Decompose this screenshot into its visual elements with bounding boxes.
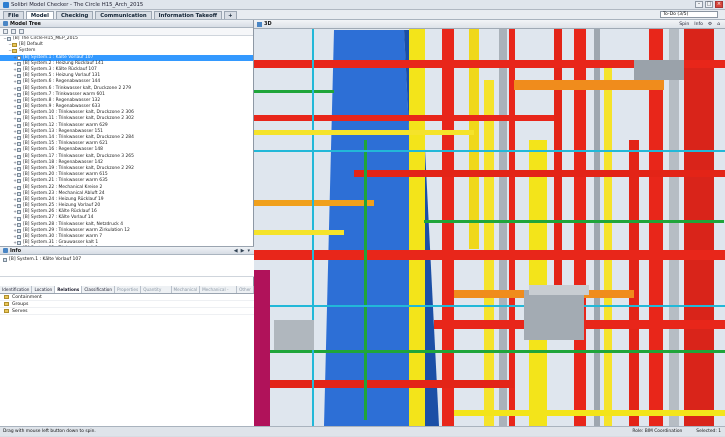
system-icon xyxy=(17,117,21,122)
info-button[interactable]: Info xyxy=(693,22,704,27)
system-icon xyxy=(17,148,21,153)
system-icon xyxy=(17,185,21,190)
3d-view[interactable]: 3D Spin Info ⚙ ⌂ xyxy=(254,20,725,426)
tab-communication[interactable]: Communication xyxy=(95,11,152,19)
system-icon xyxy=(17,197,21,202)
title-bar: Solibri Model Checker - The Circle H15_A… xyxy=(0,0,725,10)
window-controls: – □ × xyxy=(695,1,723,8)
folder-icon xyxy=(4,295,9,299)
info-tab[interactable]: Other xyxy=(237,286,254,293)
window-title: Solibri Model Checker - The Circle H15_A… xyxy=(11,1,144,8)
info-header: Info ◀ ▶ ▾ xyxy=(0,246,254,255)
system-icon xyxy=(17,68,21,73)
system-icon xyxy=(17,80,21,85)
spin-button[interactable]: Spin xyxy=(678,22,690,27)
tab-checking[interactable]: Checking xyxy=(55,11,94,19)
model-tree: − [B] The Circle-H15_MEP_2015− [B] Default… xyxy=(0,36,253,260)
3d-model-canvas[interactable] xyxy=(254,20,725,426)
3d-view-icon xyxy=(257,21,262,27)
system-icon xyxy=(17,222,21,227)
system-icon xyxy=(17,235,21,240)
info-title: Info xyxy=(10,247,22,254)
folder-icon xyxy=(12,49,17,54)
system-icon xyxy=(17,61,21,66)
info-selected-label: [B] System.1 : Kälte Vorlauf 107 xyxy=(9,257,82,262)
ribbon-tabs: File Model Checking Communication Inform… xyxy=(0,10,725,20)
system-icon xyxy=(17,92,21,97)
system-icon xyxy=(7,37,11,42)
system-icon xyxy=(17,173,21,178)
system-icon xyxy=(17,216,21,221)
system-icon xyxy=(17,142,21,147)
system-icon xyxy=(17,55,21,60)
system-icon xyxy=(17,111,21,116)
3d-view-toolbar: 3D Spin Info ⚙ ⌂ xyxy=(254,20,725,29)
info-tab[interactable]: Mechanical - Flow xyxy=(200,286,238,300)
system-icon xyxy=(17,210,21,215)
toolbar-tool-icon[interactable] xyxy=(11,29,16,34)
model-tree-header: Model Tree xyxy=(0,20,253,28)
relation-label: Serves xyxy=(12,308,28,314)
relation-row[interactable]: Containment xyxy=(0,294,254,301)
add-tab-button[interactable]: + xyxy=(224,11,237,19)
tool-icon[interactable]: ⚙ xyxy=(707,22,713,27)
folder-icon xyxy=(4,302,9,306)
back-arrow-icon[interactable]: ◀ xyxy=(234,248,238,254)
system-icon xyxy=(17,74,21,79)
folder-icon xyxy=(4,309,9,313)
system-icon xyxy=(17,154,21,159)
todo-dropdown[interactable]: To-Do (3/5) xyxy=(660,11,718,18)
info-tab[interactable]: Classification xyxy=(82,286,116,293)
system-icon xyxy=(17,136,21,141)
relation-label: Containment xyxy=(12,294,42,300)
system-icon xyxy=(17,160,21,165)
maximize-icon[interactable]: □ xyxy=(705,1,713,8)
minimize-icon[interactable]: – xyxy=(695,1,703,8)
forward-arrow-icon[interactable]: ▶ xyxy=(241,248,245,254)
tab-file[interactable]: File xyxy=(3,11,24,19)
model-tree-toolbar xyxy=(0,28,253,36)
system-icon xyxy=(17,123,21,128)
info-selection: [B] System.1 : Kälte Vorlauf 107 xyxy=(0,255,254,277)
relation-row[interactable]: Serves xyxy=(0,308,254,315)
tab-model[interactable]: Model xyxy=(25,11,54,19)
info-icon xyxy=(3,248,8,253)
system-icon xyxy=(17,179,21,184)
toolbar-tool-icon[interactable] xyxy=(3,29,8,34)
system-icon xyxy=(17,191,21,196)
info-tab[interactable]: Location xyxy=(32,286,56,293)
system-icon xyxy=(17,167,21,172)
info-tab[interactable]: Quantity Data xyxy=(141,286,172,300)
toolbar-tool-icon[interactable] xyxy=(19,29,24,34)
system-icon xyxy=(17,129,21,134)
system-icon xyxy=(17,228,21,233)
system-icon xyxy=(17,98,21,103)
info-content: Containment Groups Serves xyxy=(0,294,254,426)
tab-information-takeoff[interactable]: Information Takeoff xyxy=(153,11,223,19)
relation-row[interactable]: Groups xyxy=(0,301,254,308)
system-icon xyxy=(17,105,21,110)
model-tree-icon xyxy=(3,21,8,26)
system-icon xyxy=(17,86,21,91)
system-icon xyxy=(17,241,21,246)
relation-label: Groups xyxy=(12,301,29,307)
system-icon xyxy=(17,204,21,209)
info-tab[interactable]: Mechanical xyxy=(172,286,201,293)
system-icon xyxy=(3,257,7,262)
app-logo-icon xyxy=(3,1,9,8)
home-icon[interactable]: ⌂ xyxy=(716,22,721,27)
model-tree-title: Model Tree xyxy=(10,20,41,27)
menu-icon[interactable]: ▾ xyxy=(247,248,250,254)
info-tab[interactable]: Identification xyxy=(0,286,33,293)
info-tab[interactable]: Relations xyxy=(55,286,83,293)
status-bar: Drag with mouse left button down to spin… xyxy=(0,426,725,436)
status-hint: Drag with mouse left button down to spin… xyxy=(3,429,96,434)
close-icon[interactable]: × xyxy=(715,1,723,8)
3d-view-title: 3D xyxy=(264,21,272,27)
info-tab[interactable]: Properties xyxy=(115,286,142,293)
folder-icon xyxy=(12,43,17,48)
